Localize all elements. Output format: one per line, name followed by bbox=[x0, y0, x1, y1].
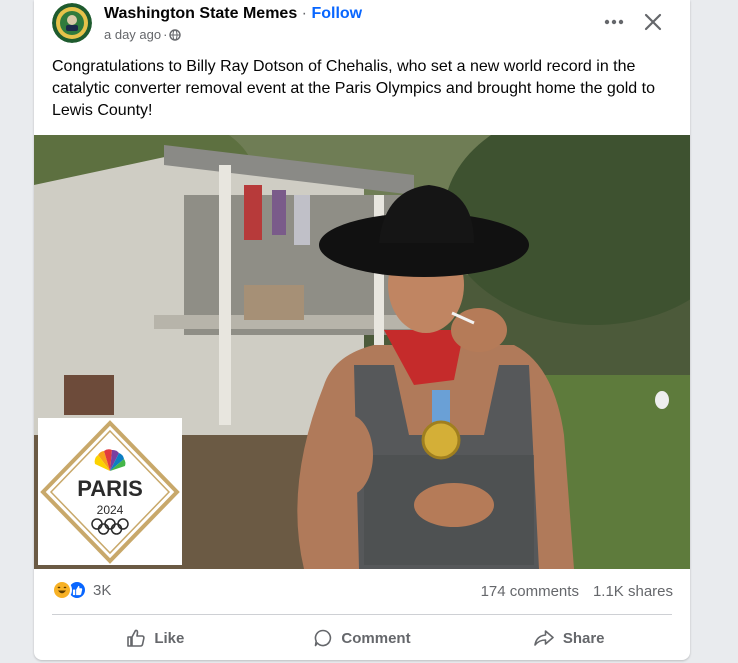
header-separator: · bbox=[301, 5, 307, 22]
share-label: Share bbox=[562, 629, 605, 647]
haha-reaction-icon bbox=[52, 580, 72, 600]
comments-count-link[interactable]: 174 comments bbox=[481, 583, 579, 600]
more-options-icon bbox=[604, 19, 624, 25]
post-header: Washington State Memes · Follow bbox=[104, 5, 362, 23]
page-avatar[interactable] bbox=[52, 3, 92, 43]
post-meta: a day ago · bbox=[104, 27, 182, 42]
reaction-summary[interactable]: 3K bbox=[52, 580, 111, 600]
post-photo[interactable]: PARIS 2024 bbox=[34, 135, 690, 569]
share-icon bbox=[534, 630, 554, 646]
follow-button[interactable]: Follow bbox=[311, 5, 362, 22]
comment-button[interactable]: Comment bbox=[259, 620, 466, 656]
state-seal-icon bbox=[52, 3, 92, 43]
share-button[interactable]: Share bbox=[465, 620, 672, 656]
thumbs-up-icon bbox=[127, 629, 145, 647]
close-button[interactable] bbox=[639, 8, 667, 36]
post-timestamp[interactable]: a day ago bbox=[104, 27, 161, 42]
like-label: Like bbox=[154, 629, 185, 647]
post-card: Washington State Memes · Follow a day ag… bbox=[34, 0, 690, 660]
post-text: Congratulations to Billy Ray Dotson of C… bbox=[52, 58, 655, 119]
close-icon bbox=[644, 13, 662, 31]
paris-2024-logo: PARIS 2024 bbox=[38, 418, 182, 565]
post-actions: Like Comment Share bbox=[52, 620, 672, 656]
logo-text-year: 2024 bbox=[97, 503, 124, 517]
more-options-button[interactable] bbox=[600, 8, 628, 36]
logo-text-paris: PARIS bbox=[77, 476, 143, 501]
comment-icon bbox=[315, 629, 332, 647]
shares-count-link[interactable]: 1.1K shares bbox=[593, 583, 673, 600]
engagement-stats: 174 comments 1.1K shares bbox=[481, 583, 673, 600]
meta-separator: · bbox=[163, 27, 168, 42]
page-name-link[interactable]: Washington State Memes bbox=[104, 5, 297, 22]
comment-label: Comment bbox=[341, 629, 411, 647]
globe-icon bbox=[169, 28, 182, 41]
reaction-count: 3K bbox=[93, 581, 112, 599]
photo-image: PARIS 2024 bbox=[34, 135, 690, 569]
action-divider bbox=[52, 614, 672, 615]
like-button[interactable]: Like bbox=[52, 620, 259, 656]
